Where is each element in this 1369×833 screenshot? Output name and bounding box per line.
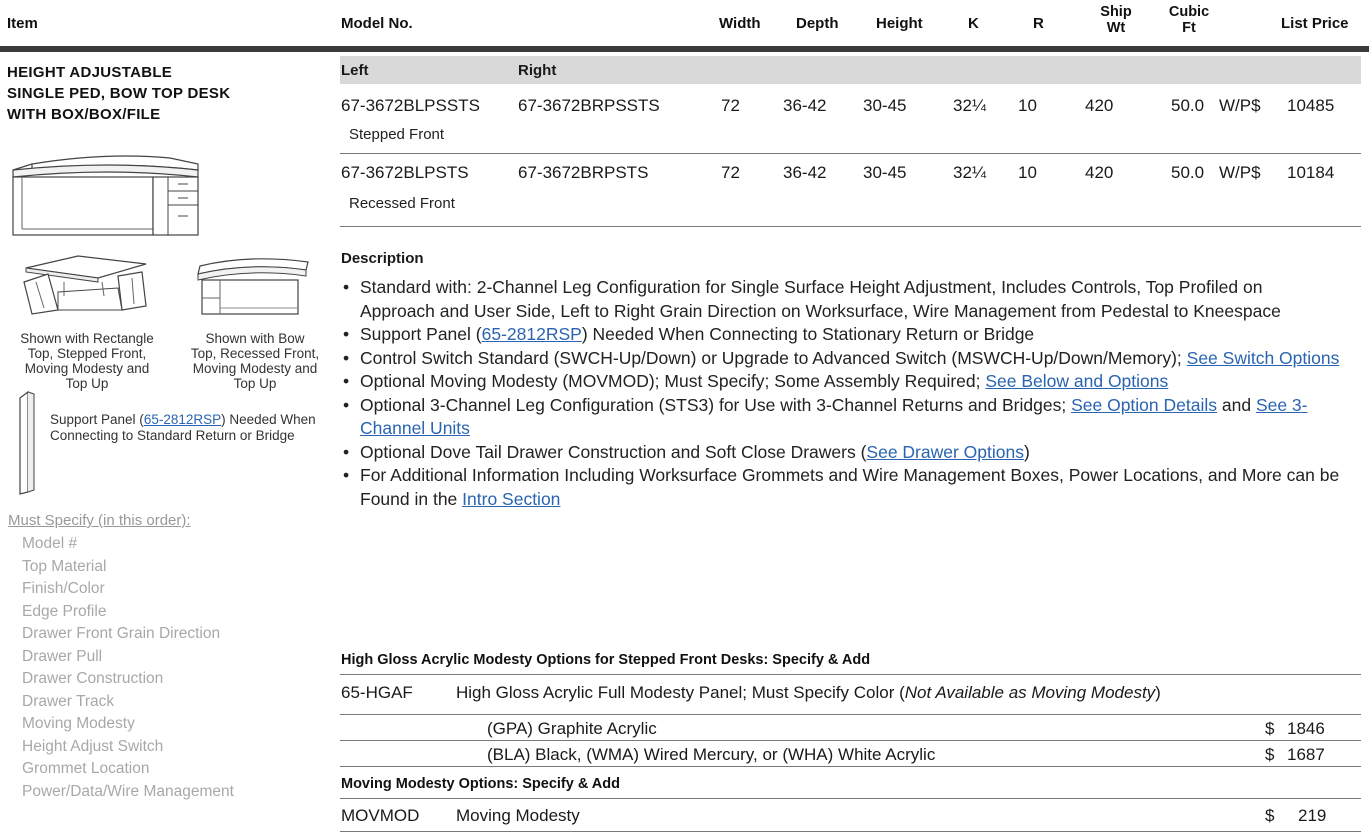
caption-rectangle-top: Shown with Rectangle Top, Stepped Front, … <box>20 331 154 391</box>
left-right-header: Left Right <box>340 56 1361 84</box>
row-divider <box>340 766 1361 767</box>
depth-value: 36-42 <box>783 163 827 182</box>
section-divider <box>340 798 1361 799</box>
list-item: Standard with: 2-Channel Leg Configurati… <box>341 276 1341 323</box>
cubic-ft-value: 50.0 <box>1171 96 1205 115</box>
currency: $ <box>1265 745 1275 764</box>
list-item: Drawer Pull <box>22 647 103 665</box>
hg-description: High Gloss Acrylic Full Modesty Panel; M… <box>456 683 1161 702</box>
col-item: Item <box>7 15 38 32</box>
switch-options-link[interactable]: See Switch Options <box>1187 348 1340 368</box>
stepped-front-illustration <box>23 255 147 315</box>
col-width: Width <box>719 15 761 32</box>
list-item: Drawer Front Grain Direction <box>22 625 221 642</box>
unit-value: W/P$ <box>1219 96 1261 115</box>
cubic-ft-value: 50.0 <box>1171 163 1205 182</box>
mm-options-heading: Moving Modesty Options: Specify & Add <box>341 776 620 792</box>
list-item: Support Panel (65-2812RSP) Needed When C… <box>341 323 1341 347</box>
mm-price: 219 <box>1298 806 1327 825</box>
list-item: For Additional Information Including Wor… <box>341 464 1341 511</box>
row-divider <box>340 831 1361 832</box>
option-label: (BLA) Black, (WMA) Wired Mercury, or (WH… <box>487 745 936 764</box>
row-subtitle: Recessed Front <box>349 195 455 212</box>
section-divider <box>340 674 1361 675</box>
col-k: K <box>968 15 979 32</box>
intro-section-link[interactable]: Intro Section <box>462 489 560 509</box>
currency: $ <box>1265 719 1275 738</box>
col-ship-wt: Ship Wt <box>1100 4 1132 36</box>
r-value: 10 <box>1018 96 1037 115</box>
height-value: 30-45 <box>863 163 907 182</box>
model-left: 67-3672BLPSTS <box>341 163 469 182</box>
list-item: Top Material <box>22 557 107 575</box>
unit-value: W/P$ <box>1219 163 1261 182</box>
col-height: Height <box>876 15 923 32</box>
description-list: Standard with: 2-Channel Leg Configurati… <box>341 276 1341 511</box>
row-subtitle: Stepped Front <box>349 126 445 143</box>
depth-value: 36-42 <box>783 96 827 115</box>
r-value: 10 <box>1018 163 1037 182</box>
list-item: Model # <box>22 535 78 552</box>
hg-code: 65-HGAF <box>341 683 413 702</box>
support-panel-link[interactable]: 65-2812RSP <box>482 324 582 344</box>
list-item: Grommet Location <box>22 760 150 777</box>
col-cubic-ft: Cubic Ft <box>1168 4 1210 36</box>
height-value: 30-45 <box>863 96 907 115</box>
row-divider <box>340 714 1361 715</box>
row-divider <box>340 226 1361 227</box>
row-divider <box>340 740 1361 741</box>
list-item: Optional 3-Channel Leg Configuration (ST… <box>341 394 1341 441</box>
must-specify-heading: Must Specify (in this order): <box>8 512 191 529</box>
hg-options-heading: High Gloss Acrylic Modesty Options for S… <box>341 652 871 668</box>
list-item: Moving Modesty <box>22 715 135 732</box>
support-panel-link[interactable]: 65-2812RSP <box>144 412 221 427</box>
list-item: Edge Profile <box>22 602 107 620</box>
list-item: Optional Moving Modesty (MOVMOD); Must S… <box>341 370 1341 394</box>
mm-code: MOVMOD <box>341 806 420 825</box>
list-item: Optional Dove Tail Drawer Construction a… <box>341 441 1341 465</box>
model-right: 67-3672BRPSTS <box>518 163 649 182</box>
list-item: Control Switch Standard (SWCH-Up/Down) o… <box>341 347 1341 371</box>
support-panel-illustration <box>19 390 35 495</box>
ship-wt-value: 420 <box>1085 96 1114 115</box>
ship-wt-value: 420 <box>1085 163 1114 182</box>
item-title: HEIGHT ADJUSTABLE SINGLE PED, BOW TOP DE… <box>7 64 231 123</box>
col-depth: Depth <box>796 15 839 32</box>
width-value: 72 <box>721 96 740 115</box>
below-options-link[interactable]: See Below and Options <box>985 371 1168 391</box>
option-details-link[interactable]: See Option Details <box>1071 395 1217 415</box>
drawer-options-link[interactable]: See Drawer Options <box>866 442 1024 462</box>
col-model-no: Model No. <box>341 15 413 32</box>
col-r: R <box>1033 15 1044 32</box>
recessed-front-illustration <box>197 258 309 315</box>
support-panel-note: Support Panel (65-2812RSP) Needed When C… <box>50 412 316 443</box>
option-price: 1687 <box>1287 745 1325 764</box>
width-value: 72 <box>721 163 740 182</box>
col-list-price: List Price <box>1281 15 1349 32</box>
option-label: (GPA) Graphite Acrylic <box>487 719 657 738</box>
left-label: Left <box>341 62 369 79</box>
price-value: 10184 <box>1287 163 1335 182</box>
row-divider <box>340 153 1361 154</box>
desk-illustration <box>12 155 199 236</box>
list-item: Finish/Color <box>22 580 105 597</box>
header-rule <box>0 46 1369 52</box>
price-value: 10485 <box>1287 96 1335 115</box>
currency: $ <box>1265 806 1275 825</box>
caption-bow-top: Shown with Bow Top, Recessed Front, Movin… <box>190 331 320 391</box>
description-heading: Description <box>341 250 424 267</box>
mm-label: Moving Modesty <box>456 806 580 825</box>
right-label: Right <box>518 62 557 79</box>
k-value: 32¼ <box>953 96 987 115</box>
table-header: Item Model No. Width Depth Height K R Sh… <box>0 0 1369 48</box>
option-price: 1846 <box>1287 719 1325 738</box>
list-item: Height Adjust Switch <box>22 737 164 755</box>
list-item: Drawer Track <box>22 692 115 710</box>
must-specify-list: Model # Top Material Finish/Color Edge P… <box>22 533 234 803</box>
list-item: Drawer Construction <box>22 670 164 687</box>
model-left: 67-3672BLPSSTS <box>341 96 480 115</box>
list-item: Power/Data/Wire Management <box>22 782 234 800</box>
model-right: 67-3672BRPSSTS <box>518 96 660 115</box>
k-value: 32¼ <box>953 163 987 182</box>
